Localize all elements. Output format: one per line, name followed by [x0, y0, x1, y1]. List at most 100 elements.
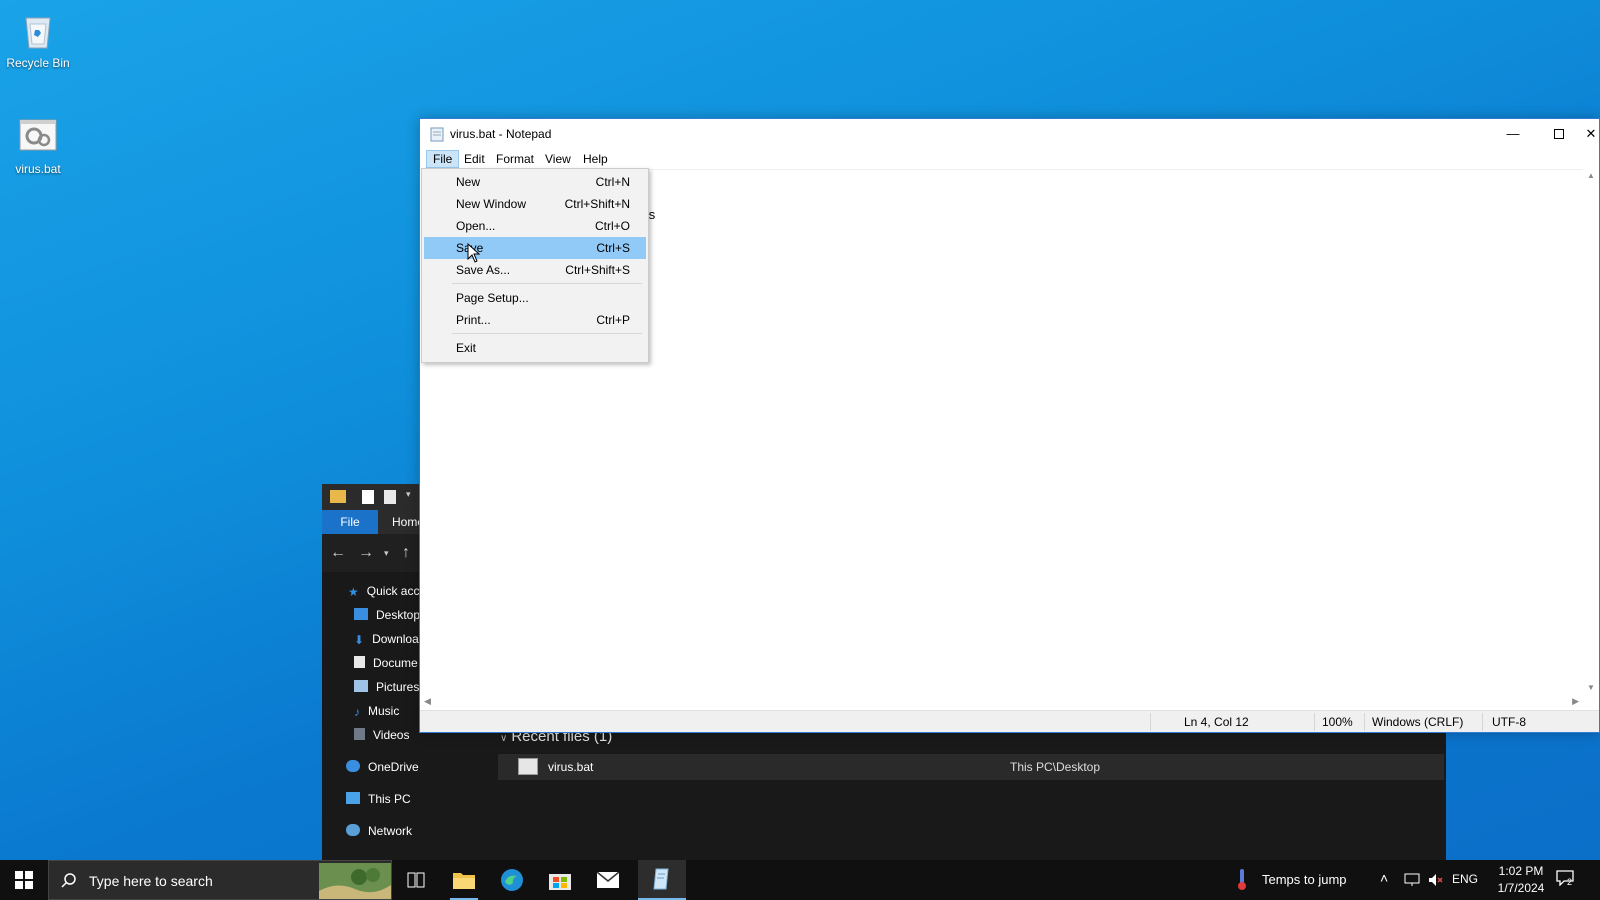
quick-access-toolbar: ▾: [322, 484, 422, 510]
mouse-cursor-icon: [467, 243, 481, 263]
star-icon: ★: [348, 585, 359, 599]
tab-file[interactable]: File: [322, 510, 378, 534]
scroll-down-icon[interactable]: ▼: [1587, 683, 1595, 692]
scroll-left-icon[interactable]: ◀: [424, 696, 431, 707]
task-view-button[interactable]: [392, 860, 440, 900]
sidebar-item-music[interactable]: ♪ Music: [354, 704, 399, 719]
weather-widget[interactable]: Temps to jump: [1262, 872, 1347, 887]
menu-edit[interactable]: Edit: [458, 150, 491, 168]
menu-item-save-as[interactable]: Save As... Ctrl+Shift+S: [424, 259, 646, 281]
notepad-icon: [430, 127, 444, 142]
recent-locations-chevron-icon[interactable]: ▾: [384, 548, 389, 559]
sidebar-item-pictures[interactable]: Pictures: [354, 680, 419, 694]
horizontal-scrollbar[interactable]: ◀ ▶: [420, 694, 1583, 710]
language-indicator[interactable]: ENG: [1452, 872, 1478, 886]
up-arrow-icon[interactable]: ↑: [402, 544, 410, 562]
download-icon: ⬇: [354, 633, 365, 647]
windows-logo-icon: [15, 871, 33, 889]
window-title: virus.bat - Notepad: [450, 127, 552, 141]
properties-icon[interactable]: [362, 490, 374, 504]
batch-file-icon: [518, 758, 538, 775]
file-menu-dropdown: New Ctrl+N New Window Ctrl+Shift+N Open.…: [421, 168, 649, 363]
notification-center-button[interactable]: 2: [1556, 870, 1578, 890]
notepad-icon: [653, 868, 669, 890]
sidebar-item-videos[interactable]: Videos: [354, 728, 409, 742]
taskbar-edge[interactable]: [488, 860, 536, 900]
status-divider: [1364, 713, 1365, 731]
taskbar: Type here to search Temps to jump ˄ ENG …: [0, 860, 1600, 900]
explorer-content: ∨ Recent files (1) virus.bat This PC\Desk…: [480, 718, 1446, 860]
sidebar-item-onedrive[interactable]: OneDrive: [346, 760, 419, 774]
editor-visible-text: s: [648, 208, 656, 223]
search-placeholder: Type here to search: [89, 873, 213, 889]
menu-view[interactable]: View: [539, 150, 577, 168]
menu-item-new-window[interactable]: New Window Ctrl+Shift+N: [424, 193, 646, 215]
taskbar-file-explorer[interactable]: [440, 860, 488, 900]
start-button[interactable]: [0, 860, 48, 900]
desktop-icon-label: virus.bat: [15, 162, 61, 176]
folder-icon[interactable]: [330, 490, 346, 503]
search-highlight-illustration-icon: [319, 863, 391, 899]
recent-file-row[interactable]: virus.bat This PC\Desktop: [498, 754, 1444, 780]
menu-format[interactable]: Format: [490, 150, 540, 168]
sidebar-item-quick-access[interactable]: ★ Quick acc: [348, 584, 419, 599]
sidebar-item-desktop[interactable]: Desktop: [354, 608, 420, 622]
chevron-down-icon[interactable]: ▾: [406, 489, 411, 500]
scroll-up-icon[interactable]: ▲: [1587, 171, 1595, 180]
close-icon: ✕: [1585, 126, 1597, 141]
videos-icon: [354, 728, 365, 740]
status-divider: [1150, 713, 1151, 731]
taskbar-search-box[interactable]: Type here to search: [48, 860, 392, 900]
recent-file-path: This PC\Desktop: [1010, 760, 1101, 774]
pictures-icon: [354, 680, 368, 692]
back-arrow-icon[interactable]: ←: [330, 544, 346, 562]
menu-item-new[interactable]: New Ctrl+N: [424, 171, 646, 193]
microsoft-store-icon: [549, 874, 571, 890]
desktop-icon-virus-bat[interactable]: virus.bat: [0, 114, 76, 176]
file-explorer-icon: [453, 873, 475, 889]
network-icon: [346, 824, 360, 836]
menu-item-print[interactable]: Print... Ctrl+P: [424, 309, 646, 331]
chevron-down-icon: ∨: [500, 733, 508, 744]
taskbar-mail[interactable]: [584, 860, 632, 900]
menu-item-open[interactable]: Open... Ctrl+O: [424, 215, 646, 237]
network-icon[interactable]: [1404, 873, 1420, 887]
menu-item-save[interactable]: Save Ctrl+S: [424, 237, 646, 259]
scroll-right-icon[interactable]: ▶: [1572, 696, 1579, 707]
desktop-icon-recycle-bin[interactable]: Recycle Bin: [0, 8, 76, 70]
sidebar-item-documents[interactable]: Docume: [354, 656, 418, 670]
sidebar-item-downloads[interactable]: ⬇ Downloa: [354, 632, 419, 647]
status-divider: [1314, 713, 1315, 731]
vertical-scrollbar[interactable]: ▲ ▼: [1583, 169, 1599, 694]
batch-file-icon: [16, 114, 60, 158]
menu-file[interactable]: File: [426, 150, 460, 168]
sidebar-item-this-pc[interactable]: This PC: [346, 792, 411, 806]
status-bar: Ln 4, Col 12 100% Windows (CRLF) UTF-8: [420, 710, 1599, 732]
title-bar[interactable]: virus.bat - Notepad — ✕: [420, 119, 1599, 149]
menu-item-page-setup[interactable]: Page Setup...: [424, 287, 646, 309]
recent-file-name: virus.bat: [548, 760, 594, 774]
menu-bar: File Edit Format View Help: [420, 149, 1599, 169]
status-line-ending: Windows (CRLF): [1372, 715, 1464, 729]
edge-browser-icon: [501, 869, 523, 891]
status-zoom: 100%: [1322, 715, 1353, 729]
desktop-icon-label: Recycle Bin: [6, 56, 70, 70]
minimize-button[interactable]: —: [1490, 119, 1536, 149]
forward-arrow-icon[interactable]: →: [358, 544, 374, 562]
thermometer-icon: [1238, 869, 1246, 890]
taskbar-clock[interactable]: 1:02 PM 1/7/2024: [1492, 863, 1550, 897]
maximize-button[interactable]: [1536, 119, 1582, 149]
menu-help[interactable]: Help: [577, 150, 614, 168]
recycle-bin-icon: [16, 8, 60, 52]
chevron-up-icon[interactable]: ˄: [1380, 870, 1388, 886]
close-button[interactable]: ✕: [1582, 119, 1600, 149]
sidebar-item-network[interactable]: Network: [346, 824, 412, 838]
taskbar-notepad[interactable]: [638, 860, 686, 900]
explorer-ribbon: File Home: [322, 510, 424, 534]
taskbar-store[interactable]: [536, 860, 584, 900]
task-view-icon: [407, 872, 425, 888]
new-folder-icon[interactable]: [384, 490, 396, 504]
volume-muted-icon[interactable]: [1428, 873, 1444, 887]
cloud-icon: [346, 760, 360, 772]
menu-item-exit[interactable]: Exit: [424, 337, 646, 359]
